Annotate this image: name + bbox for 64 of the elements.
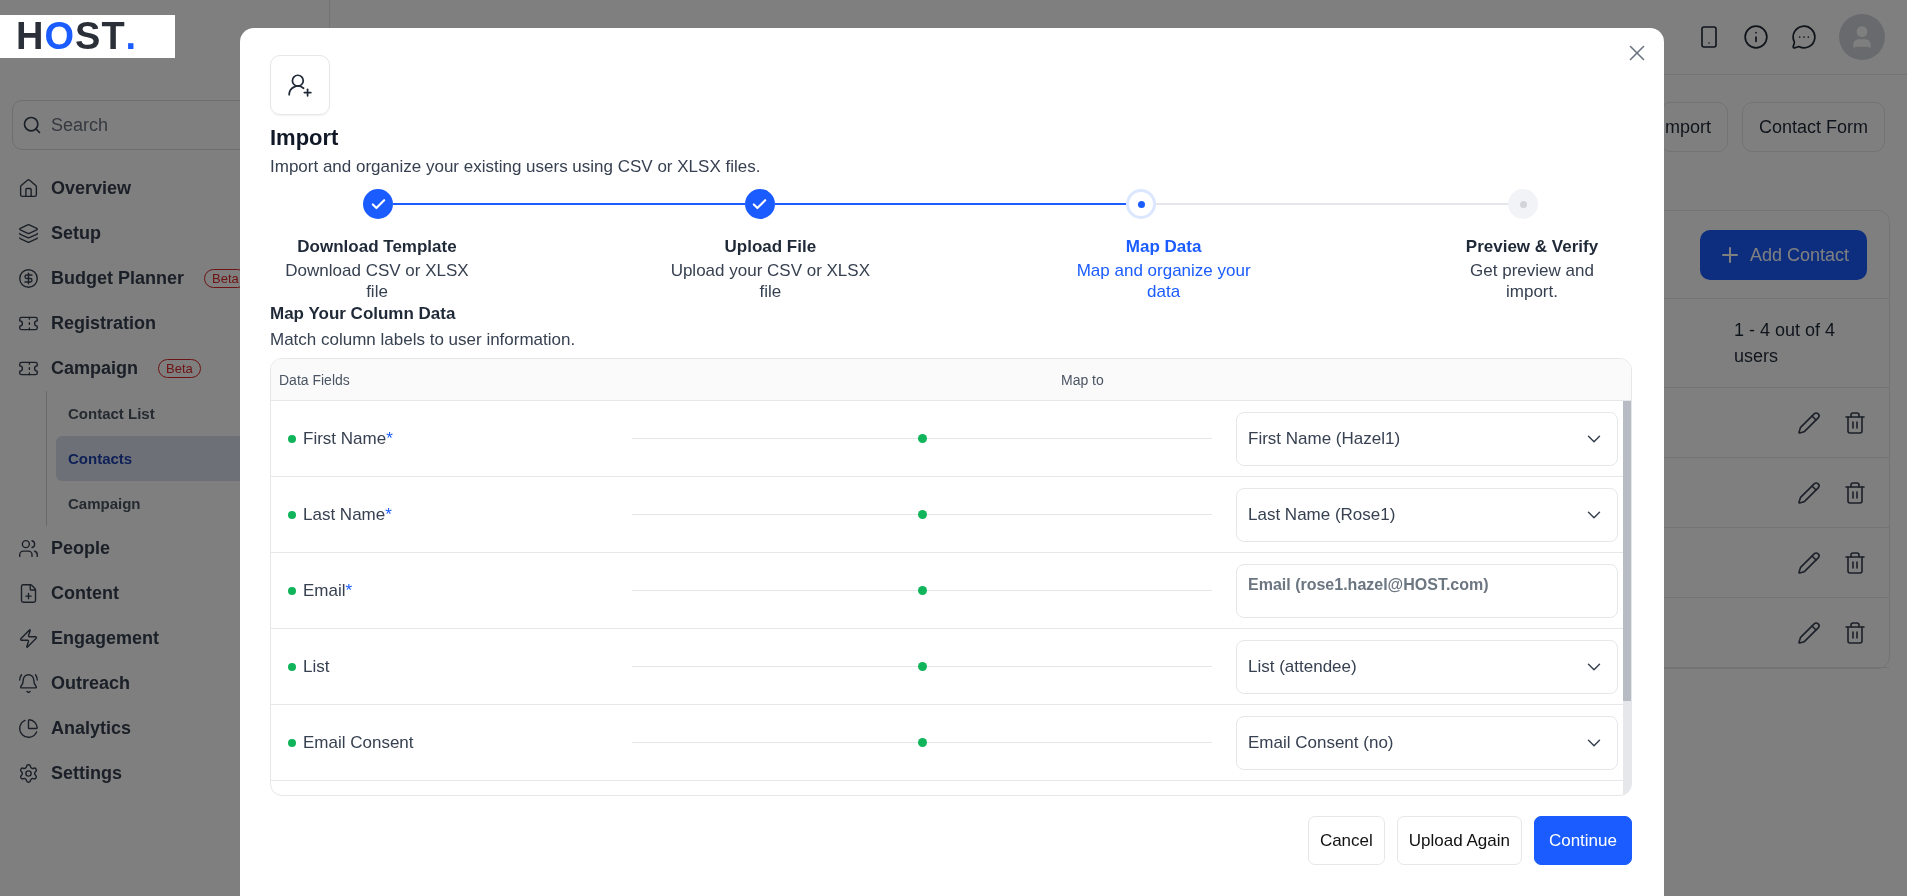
logo: HOST. <box>0 15 175 58</box>
user-import-icon <box>270 55 330 115</box>
column-header: Data Fields <box>279 371 351 388</box>
nav-label: Setup <box>51 223 101 244</box>
field-label: Email* <box>288 580 608 601</box>
gear-icon <box>18 763 39 784</box>
users-icon <box>18 538 39 559</box>
add-contact-button[interactable]: Add Contact <box>1699 230 1867 280</box>
step-description: Download CSV or XLSX file <box>284 260 470 302</box>
dollar-icon <box>18 268 39 289</box>
scrollbar[interactable] <box>1623 401 1631 795</box>
nav-label: Campaign <box>51 358 138 379</box>
continue-button[interactable]: Continue <box>1533 816 1632 865</box>
nav-label: Engagement <box>51 628 160 649</box>
nav-item[interactable]: People <box>18 526 329 571</box>
nav-label: Overview <box>51 178 132 199</box>
step-title: Map Data <box>1125 237 1202 257</box>
nav-label: Budget Planner <box>51 268 184 289</box>
map-dropdown[interactable]: List (attendee) <box>1236 639 1618 694</box>
column-header: Map to <box>1061 371 1105 388</box>
result-count: 1 - 4 out of 4 users <box>1734 319 1837 368</box>
nav-label: Content <box>51 583 119 604</box>
edit-icon[interactable] <box>1797 620 1821 645</box>
field-label: Last Name* <box>288 504 608 525</box>
nav-label: Registration <box>51 313 156 334</box>
step-description: Upload your CSV or XLSX file <box>670 260 871 302</box>
nav-item[interactable]: Settings <box>18 751 329 796</box>
step-title: Preview & Verify <box>1465 237 1599 257</box>
trash-icon[interactable] <box>1843 550 1867 575</box>
mapped-field[interactable]: Email (rose1.hazel@HOST.com) <box>1236 563 1618 618</box>
document-icon <box>18 583 39 604</box>
field-label: First Name* <box>288 428 608 449</box>
search-icon <box>22 115 42 135</box>
section-subtitle: Match column labels to user information. <box>270 330 577 350</box>
nav-label: People <box>51 538 111 559</box>
home-icon <box>18 178 39 199</box>
edit-icon[interactable] <box>1797 550 1821 575</box>
edit-icon[interactable] <box>1797 480 1821 505</box>
nav-label: Analytics <box>51 718 132 739</box>
step-title: Upload File <box>724 237 817 257</box>
step-title: Download Template <box>297 237 457 257</box>
pie-chart-icon <box>18 718 39 739</box>
map-dropdown[interactable]: Email Consent (no) <box>1236 715 1618 770</box>
contact-form-button[interactable]: Contact Form <box>1741 102 1885 152</box>
edit-icon[interactable] <box>1797 410 1821 435</box>
chat-icon[interactable] <box>1791 24 1817 50</box>
map-dropdown[interactable]: Last Name (Rose1) <box>1236 487 1618 542</box>
step-description: Get preview and import. <box>1469 260 1595 302</box>
section-title: Map Your Column Data <box>270 304 457 324</box>
field-label: Email Consent <box>288 732 608 753</box>
layers-icon <box>18 223 39 244</box>
nav-label: Outreach <box>51 673 131 694</box>
nav-label: Settings <box>51 763 122 784</box>
dialog-button[interactable]: Upload Again <box>1396 816 1522 865</box>
trash-icon[interactable] <box>1843 410 1867 435</box>
bell-icon <box>18 673 39 694</box>
dialog-subtitle: Import and organize your existing users using CSV or XLSX files. <box>270 157 762 177</box>
dialog-button[interactable]: Cancel <box>1307 816 1385 865</box>
map-dropdown[interactable]: First Name (Hazel1) <box>1236 411 1618 466</box>
lightning-icon <box>18 628 39 649</box>
info-icon[interactable] <box>1743 24 1769 50</box>
trash-icon[interactable] <box>1843 620 1867 645</box>
step-description: Map and organize your data <box>1075 260 1252 302</box>
trash-icon[interactable] <box>1843 480 1867 505</box>
